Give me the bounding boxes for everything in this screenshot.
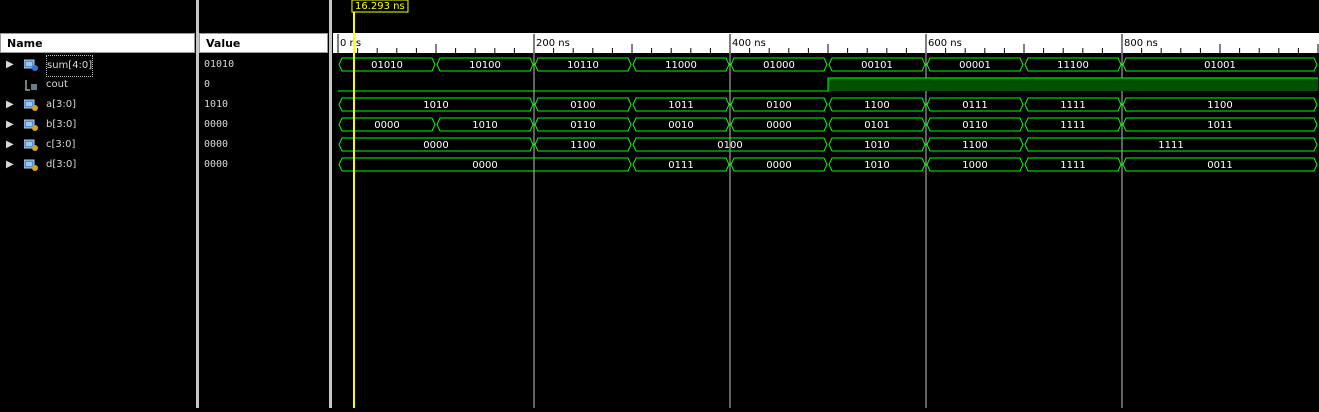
bus-value-label: 0000	[472, 160, 497, 171]
bus-value-label: 00101	[861, 60, 893, 71]
bus-value-label: 11100	[1057, 60, 1089, 71]
expand-arrow-icon[interactable]: ▶	[6, 135, 14, 155]
signal-name: c[3:0]	[46, 139, 76, 150]
bus-value-label: 1010	[864, 140, 889, 151]
name-panel: Name ▶ sum[4:0] cout ▶ a[3:0] ▶ b[3:0] ▶ c[3:0] ▶…	[0, 0, 195, 408]
cursor-time-label: 16.293 ns	[355, 1, 405, 12]
ruler-label: 800 ns	[1124, 38, 1158, 49]
expand-arrow-icon[interactable]: ▶	[6, 55, 14, 75]
signal-value: 0000	[204, 119, 229, 130]
signal-row[interactable]: cout	[0, 75, 195, 95]
expand-arrow-icon[interactable]: ▶	[6, 115, 14, 135]
bus-value-label: 0100	[570, 100, 595, 111]
bus-value-label: 1010	[423, 100, 448, 111]
waveform-canvas[interactable]: 0 ns 200 ns 400 ns 600 ns 800 ns01010 10100 10…	[333, 0, 1319, 408]
bus-value-label: 0100	[766, 100, 791, 111]
bus-value-label: 0000	[766, 120, 791, 131]
bus-value-label: 0111	[962, 100, 987, 111]
bus-value-label: 0101	[864, 120, 889, 131]
bus-value-label: 10100	[469, 60, 501, 71]
expand-arrow-icon[interactable]: ▶	[6, 95, 14, 115]
signal-row[interactable]: ▶ sum[4:0]	[0, 55, 195, 77]
bus-value-label: 1011	[1207, 120, 1232, 131]
bus-value-label: 0111	[668, 160, 693, 171]
bus-output-icon	[23, 59, 38, 71]
bus-value-label: 1100	[1207, 100, 1232, 111]
bus-input-icon	[23, 159, 38, 171]
value-wave-splitter[interactable]	[329, 0, 332, 408]
signal-value: 01010	[204, 59, 235, 70]
signal-name: a[3:0]	[46, 99, 77, 110]
bus-value-label: 01000	[763, 60, 795, 71]
signal-name: sum[4:0]	[46, 55, 94, 77]
bus-value-label: 11000	[665, 60, 697, 71]
signal-value: 1010	[204, 99, 229, 110]
bus-value-label: 0011	[1207, 160, 1232, 171]
ruler-label: 200 ns	[536, 38, 570, 49]
bus-value-label: 1100	[962, 140, 987, 151]
ruler-label: 0 ns	[340, 38, 361, 49]
signal-value: 0000	[204, 139, 229, 150]
bit-output-icon	[24, 79, 38, 91]
bus-value-label: 0000	[374, 120, 399, 131]
bus-value-label: 1010	[472, 120, 497, 131]
value-panel: Value 01010 0 1010 0000 0000 0000	[199, 0, 328, 408]
bus-value-label: 01001	[1204, 60, 1236, 71]
bus-input-icon	[23, 139, 38, 151]
waveform-panel[interactable]: 0 ns 200 ns 400 ns 600 ns 800 ns 01010 10100 10…	[333, 0, 1319, 408]
signal-row[interactable]: ▶ c[3:0]	[0, 135, 195, 155]
expand-arrow-icon[interactable]: ▶	[6, 155, 14, 175]
value-row: 0000	[199, 115, 328, 135]
bus-value-label: 00001	[959, 60, 991, 71]
bus-value-label: 0010	[668, 120, 693, 131]
bit-high-fill	[828, 78, 1318, 91]
bus-value-label: 1100	[570, 140, 595, 151]
bus-value-label: 1011	[668, 100, 693, 111]
bus-value-label: 1111	[1060, 160, 1085, 171]
time-ruler	[333, 33, 1319, 53]
signal-name: b[3:0]	[46, 119, 77, 130]
value-row: 1010	[199, 95, 328, 115]
bus-input-icon	[23, 99, 38, 111]
bus-value-label: 1111	[1060, 100, 1085, 111]
bus-value-label: 0000	[766, 160, 791, 171]
bus-value-label: 0110	[570, 120, 595, 131]
signal-name: d[3:0]	[46, 159, 77, 170]
bus-input-icon	[23, 119, 38, 131]
bus-value-label: 1111	[1158, 140, 1183, 151]
bus-value-label: 0000	[423, 140, 448, 151]
value-row: 0000	[199, 135, 328, 155]
value-column-header[interactable]: Value	[199, 33, 328, 53]
ruler-label: 400 ns	[732, 38, 766, 49]
signal-row[interactable]: ▶ d[3:0]	[0, 155, 195, 175]
bus-value-label: 0100	[717, 140, 742, 151]
bus-value-label: 1100	[864, 100, 889, 111]
bus-value-label: 01010	[371, 60, 403, 71]
ruler-label: 600 ns	[928, 38, 962, 49]
bus-value-label: 0110	[962, 120, 987, 131]
signal-row[interactable]: ▶ b[3:0]	[0, 115, 195, 135]
signal-name: cout	[46, 79, 68, 90]
value-row: 0000	[199, 155, 328, 175]
value-row: 01010	[199, 55, 328, 75]
bus-value-label: 10110	[567, 60, 599, 71]
signal-value: 0	[204, 79, 211, 90]
bus-value-label: 1000	[962, 160, 987, 171]
bus-value-label: 1111	[1060, 120, 1085, 131]
bus-value-label: 1010	[864, 160, 889, 171]
name-column-header[interactable]: Name	[0, 33, 195, 53]
signal-value: 0000	[204, 159, 229, 170]
signal-row[interactable]: ▶ a[3:0]	[0, 95, 195, 115]
value-row: 0	[199, 75, 328, 95]
